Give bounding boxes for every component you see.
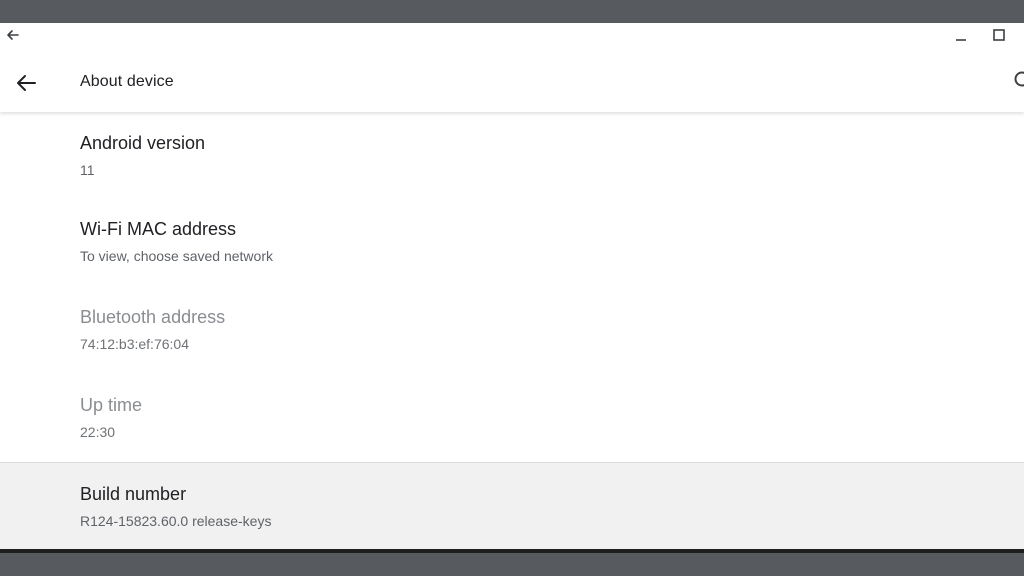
list-item-title: Android version [80, 133, 206, 153]
window-bottom-edge [0, 549, 1024, 553]
list-item-android-version[interactable]: Android version 11 [0, 112, 1024, 198]
list-item-summary: R124-15823.60.0 release-keys [80, 513, 272, 529]
settings-window: About device Android version 11 Wi-Fi MA… [0, 23, 1024, 549]
minimize-icon[interactable] [952, 27, 970, 45]
maximize-icon[interactable] [990, 27, 1008, 45]
titlebar-back-arrow-icon[interactable] [4, 26, 22, 44]
list-item-summary: 22:30 [80, 424, 116, 440]
search-icon[interactable] [1012, 69, 1024, 93]
list-item-summary: 74:12:b3:ef:76:04 [80, 336, 189, 352]
list-item-build-number[interactable]: Build number R124-15823.60.0 release-key… [0, 462, 1024, 549]
list-item-title: Bluetooth address [80, 307, 226, 327]
list-item-bluetooth-address: Bluetooth address 74:12:b3:ef:76:04 [0, 286, 1024, 374]
page-title: About device [80, 73, 174, 90]
device-info-list: Android version 11 Wi-Fi MAC address To … [0, 112, 1024, 549]
list-item-title: Build number [80, 484, 187, 504]
list-item-summary: 11 [80, 162, 95, 178]
list-item-title: Wi-Fi MAC address [80, 219, 237, 239]
list-item-wifi-mac-address[interactable]: Wi-Fi MAC address To view, choose saved … [0, 198, 1024, 286]
list-item-summary: To view, choose saved network [80, 248, 273, 264]
list-item-up-time: Up time 22:30 [0, 374, 1024, 462]
list-item-title: Up time [80, 395, 143, 415]
window-titlebar [0, 23, 1024, 49]
back-arrow-icon[interactable] [12, 69, 40, 97]
app-bar: About device [0, 49, 1024, 112]
